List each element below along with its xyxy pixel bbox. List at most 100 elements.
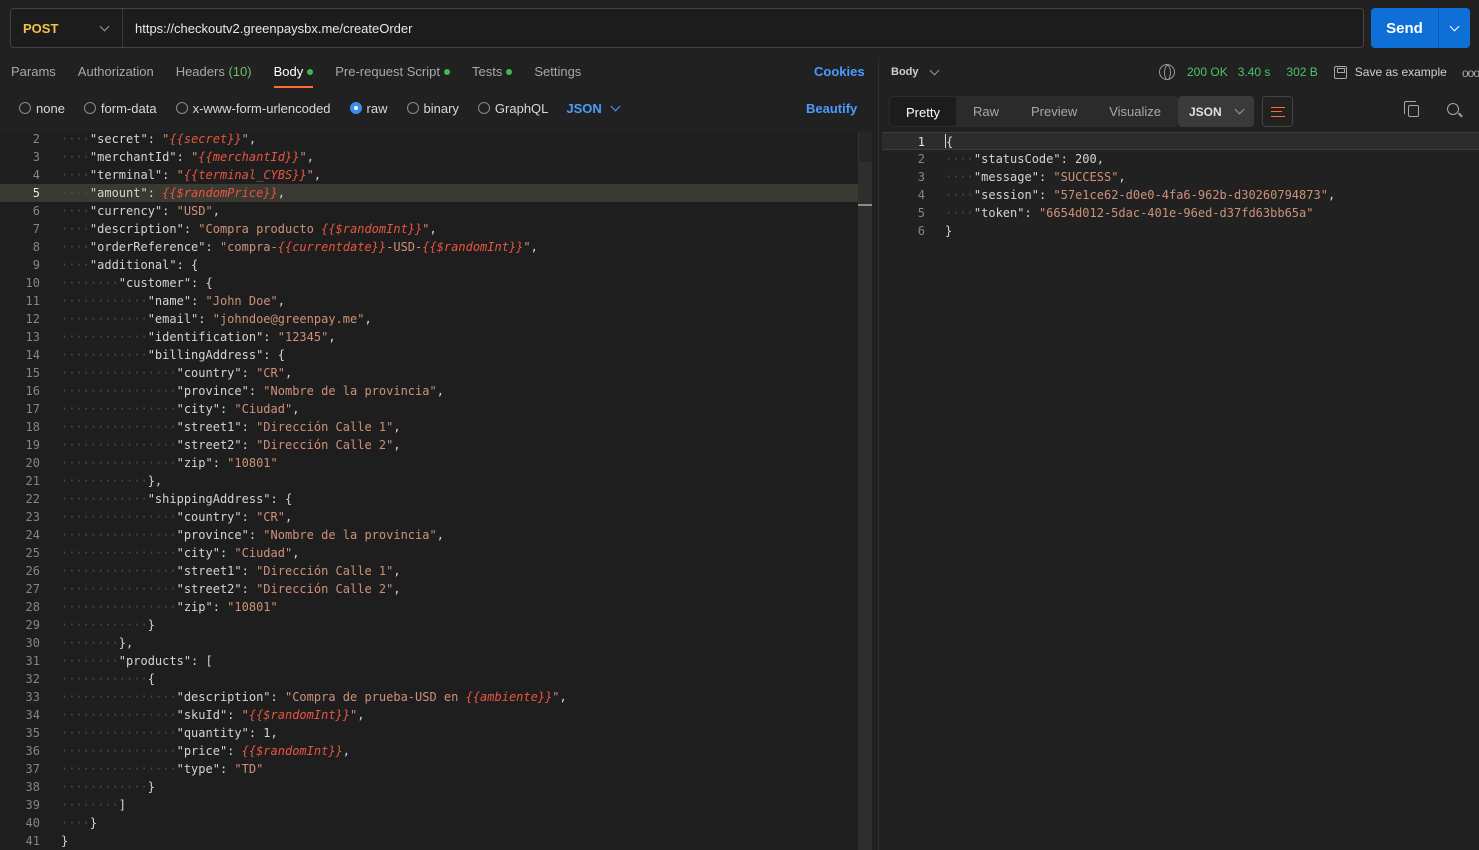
code-line[interactable]: 35 ················"quantity": 1, — [0, 724, 872, 742]
tab-pre-request-script[interactable]: Pre-request Script — [324, 58, 461, 88]
line-number: 22 — [25, 492, 40, 506]
tab-raw[interactable]: Raw — [957, 96, 1015, 127]
code-text: ················"city": "Ciudad", — [61, 544, 299, 562]
radio-raw[interactable]: raw — [349, 101, 388, 116]
code-line[interactable]: 25 ················"city": "Ciudad", — [0, 544, 872, 562]
code-line[interactable]: 12 ············"email": "johndoe@greenpay… — [0, 310, 872, 328]
code-line[interactable]: 16 ················"province": "Nombre de… — [0, 382, 872, 400]
json-punctuation: , — [429, 222, 437, 236]
code-line[interactable]: 40 ····} — [0, 814, 872, 832]
status-badge[interactable]: 200 OK — [1187, 65, 1228, 79]
send-options-button[interactable] — [1438, 8, 1470, 48]
code-line[interactable]: 18 ················"street1": "Dirección … — [0, 418, 872, 436]
code-line[interactable]: 26 ················"street1": "Dirección … — [0, 562, 872, 580]
code-line[interactable]: 8 ····"orderReference": "compra-{{current… — [0, 238, 872, 256]
line-number: 13 — [25, 330, 40, 344]
code-line[interactable]: 21 ············}, — [0, 472, 872, 490]
code-text: } — [61, 832, 68, 850]
radio-none[interactable]: none — [19, 101, 65, 116]
code-line[interactable]: 24 ················"province": "Nombre de… — [0, 526, 872, 544]
json-punctuation: , — [393, 564, 401, 578]
code-line[interactable]: 33 ················"description": "Compra… — [0, 688, 872, 706]
copy-icon[interactable] — [1404, 101, 1419, 117]
code-line[interactable]: 22 ············"shippingAddress": { — [0, 490, 872, 508]
code-line[interactable]: 38 ············} — [0, 778, 872, 796]
code-line[interactable]: 30 ········}, — [0, 634, 872, 652]
code-line[interactable]: 39 ········] — [0, 796, 872, 814]
tab-settings[interactable]: Settings — [523, 58, 592, 88]
code-line[interactable]: 3 ····"message": "SUCCESS", — [882, 168, 1479, 186]
globe-icon[interactable] — [1159, 64, 1175, 80]
code-line[interactable]: 17 ················"city": "Ciudad", — [0, 400, 872, 418]
code-line[interactable]: 5 ····"token": "6654d012-5dac-401e-96ed-d… — [882, 204, 1479, 222]
response-format-select[interactable]: JSON — [1178, 96, 1254, 127]
code-line[interactable]: 2 ····"secret": "{{secret}}", — [0, 132, 872, 148]
code-line[interactable]: 1{ — [882, 132, 1479, 150]
line-number: 6 — [32, 204, 40, 218]
tab-params[interactable]: Params — [0, 58, 67, 88]
editor-scrollbar-thumb[interactable] — [858, 162, 872, 850]
tab-tests[interactable]: Tests — [461, 58, 523, 88]
indent-whitespace: ················ — [61, 528, 177, 542]
tab-pretty[interactable]: Pretty — [889, 96, 957, 127]
code-line[interactable]: 9 ····"additional": { — [0, 256, 872, 274]
beautify-button[interactable]: Beautify — [806, 101, 857, 116]
line-number: 11 — [25, 294, 40, 308]
tab-body[interactable]: Body — [263, 58, 325, 88]
method-select[interactable]: POST — [11, 9, 123, 47]
request-body-editor[interactable]: 2 ····"secret": "{{secret}}", 3 ····"mercha… — [0, 132, 872, 850]
code-line[interactable]: 4 ····"terminal": "{{terminal_CYBS}}", — [0, 166, 872, 184]
code-line[interactable]: 5 ····"amount": {{$randomPrice}}, — [0, 184, 872, 202]
json-key: "currency" — [89, 204, 163, 218]
line-number: 3 — [917, 170, 925, 184]
code-line[interactable]: 32 ············{ — [0, 670, 872, 688]
code-line[interactable]: 19 ················"street2": "Dirección … — [0, 436, 872, 454]
code-line[interactable]: 3 ····"merchantId": "{{merchantId}}", — [0, 148, 872, 166]
code-line[interactable]: 31 ········"products": [ — [0, 652, 872, 670]
code-line[interactable]: 27 ················"street2": "Dirección … — [0, 580, 872, 598]
code-line[interactable]: 36 ················"price": {{$randomInt}… — [0, 742, 872, 760]
json-string: "Ciudad" — [234, 546, 293, 560]
code-line[interactable]: 41} — [0, 832, 872, 850]
code-line[interactable]: 14 ············"billingAddress": { — [0, 346, 872, 364]
code-line[interactable]: 7 ····"description": "Compra producto {{$… — [0, 220, 872, 238]
json-key: "statusCode" — [973, 152, 1061, 166]
send-button[interactable]: Send — [1371, 20, 1438, 37]
line-number: 5 — [32, 186, 40, 200]
save-as-example-button[interactable]: Save as example — [1333, 65, 1447, 79]
radio-binary[interactable]: binary — [406, 101, 459, 116]
code-line[interactable]: 20 ················"zip": "10801" — [0, 454, 872, 472]
url-input[interactable]: https://checkoutv2.greenpaysbx.me/create… — [123, 21, 412, 36]
response-body-editor[interactable]: 1{2 ····"statusCode": 200, 3 ····"message":… — [882, 132, 1479, 252]
cookies-link[interactable]: Cookies — [814, 64, 865, 79]
tab-preview[interactable]: Preview — [1015, 96, 1093, 127]
radio-form-data[interactable]: form-data — [83, 101, 157, 116]
code-line[interactable]: 34 ················"skuId": "{{$randomInt… — [0, 706, 872, 724]
tab-headers[interactable]: Headers (10) — [165, 58, 263, 88]
tab-visualize[interactable]: Visualize — [1093, 96, 1177, 127]
code-line[interactable]: 29 ············} — [0, 616, 872, 634]
code-line[interactable]: 11 ············"name": "John Doe", — [0, 292, 872, 310]
response-size[interactable]: 302 B — [1286, 65, 1317, 79]
code-line[interactable]: 37 ················"type": "TD" — [0, 760, 872, 778]
search-icon[interactable] — [1447, 103, 1459, 115]
code-line[interactable]: 23 ················"country": "CR", — [0, 508, 872, 526]
radio-urlencoded[interactable]: x-www-form-urlencoded — [175, 101, 331, 116]
code-line[interactable]: 2 ····"statusCode": 200, — [882, 150, 1479, 168]
more-options-icon[interactable]: ooo — [1462, 66, 1479, 80]
radio-graphql[interactable]: GraphQL — [477, 101, 548, 116]
code-line[interactable]: 13 ············"identification": "12345", — [0, 328, 872, 346]
code-line[interactable]: 6} — [882, 222, 1479, 240]
code-line[interactable]: 6 ····"currency": "USD", — [0, 202, 872, 220]
wrap-lines-button[interactable] — [1262, 96, 1293, 127]
json-punctuation: , — [284, 510, 293, 524]
code-line[interactable]: 15 ················"country": "CR", — [0, 364, 872, 382]
code-line[interactable]: 28 ················"zip": "10801" — [0, 598, 872, 616]
pane-splitter[interactable] — [878, 58, 879, 850]
code-line[interactable]: 10 ········"customer": { — [0, 274, 872, 292]
response-time[interactable]: 3.40 s — [1238, 65, 1271, 79]
body-language-select[interactable]: JSON — [566, 101, 621, 116]
code-line[interactable]: 4 ····"session": "57e1ce62-d0e0-4fa6-962b… — [882, 186, 1479, 204]
tab-authorization[interactable]: Authorization — [67, 58, 165, 88]
response-body-select[interactable]: Body — [891, 65, 939, 78]
